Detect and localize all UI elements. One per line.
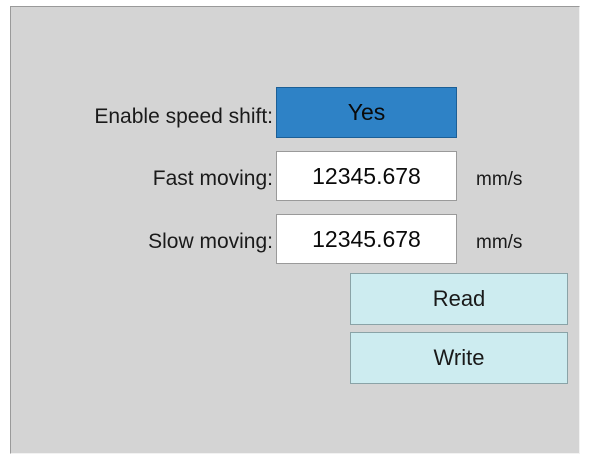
speed-shift-label: Enable speed shift: [94,105,273,128]
slow-moving-label: Slow moving: [148,230,273,253]
speed-shift-toggle[interactable]: Yes [276,87,457,138]
slow-moving-value: 12345.678 [312,225,421,252]
slow-moving-field[interactable]: 12345.678 [276,214,457,264]
fast-moving-field[interactable]: 12345.678 [276,151,457,201]
fast-moving-value: 12345.678 [312,162,421,189]
fast-moving-unit: mm/s [476,169,523,190]
read-button-label: Read [432,286,486,311]
fast-moving-label: Fast moving: [152,167,273,190]
write-button-label: Write [433,345,485,370]
slow-moving-unit: mm/s [476,232,523,253]
settings-panel: Enable speed shift: Yes Fast moving: 123… [10,6,580,454]
speed-shift-value: Yes [347,99,386,125]
write-button[interactable]: Write [350,332,568,384]
read-button[interactable]: Read [350,273,568,325]
